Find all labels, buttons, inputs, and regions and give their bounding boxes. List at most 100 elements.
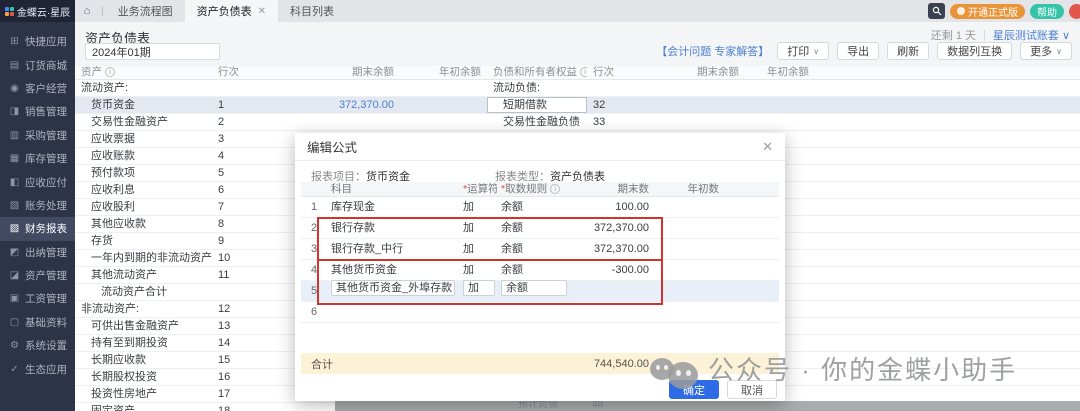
liability-item-label[interactable]: 短期借款 [487,97,587,113]
asset-item-label: 存货 [75,233,212,249]
subject-cell[interactable]: 其他货币资金_外埠存款 [327,280,459,303]
toolbar-button-数据列互换[interactable]: 数据列互换 [937,42,1012,60]
search-icon [932,6,942,16]
sidebar-item-订货商城[interactable]: ▤订货商城 [0,53,75,76]
search-button[interactable] [928,3,945,19]
total-value: 744,540.00 [569,358,653,370]
period-selector[interactable]: 2024年01期 [85,43,220,60]
sidebar-item-财务报表[interactable]: ▨财务报表 [0,217,75,240]
account-set-dropdown[interactable]: 星辰测试账套 ∨ [993,27,1070,43]
row-filler [815,233,1080,249]
sidebar-item-库存管理[interactable]: ▦库存管理 [0,147,75,170]
operator-cell[interactable]: 加 [459,280,497,303]
asset-row-number: 17 [212,386,285,402]
sidebar-item-客户经营[interactable]: ◉客户经营 [0,77,75,100]
sidebar-item-生态应用[interactable]: ✓生态应用 [0,357,75,380]
tab-资产负债表[interactable]: 资产负债表✕ [185,0,278,22]
tab-label: 科目列表 [290,3,334,19]
asset-initial-balance [400,80,487,96]
row-filler [815,250,1080,266]
sidebar-item-采购管理[interactable]: ▥采购管理 [0,124,75,147]
operator-input[interactable]: 加 [463,280,495,296]
sidebar-item-销售管理[interactable]: ◨销售管理 [0,100,75,123]
rule-cell[interactable]: 余额 [497,197,569,217]
help-button[interactable]: 帮助 [1030,4,1064,19]
subject-input[interactable]: 其他货币资金_外埠存款 [331,280,455,296]
sidebar-item-系统设置[interactable]: ⚙系统设置 [0,334,75,357]
ending-amount-cell: -300.00 [569,260,653,280]
tab-科目列表[interactable]: 科目列表 [278,0,346,22]
asset-item-label: 一年内到期的非流动资产 [75,250,212,266]
liability-ending-balance [660,80,745,96]
rule-input[interactable]: 余额 [501,280,567,296]
liability-initial-balance [745,97,815,113]
asset-item-label: 固定资产 [75,403,212,411]
col-rule: *取数规则i [497,182,569,196]
toolbar-button-更多[interactable]: 更多∨ [1020,42,1072,60]
asset-ending-balance [285,80,400,96]
asset-item-label: 应收股利 [75,199,212,215]
cancel-button[interactable]: 取消 [727,380,777,399]
column-header-label: 行次 [218,66,239,78]
asset-ending-balance [285,114,400,130]
liability-item-label: 流动负债: [487,80,587,96]
rule-cell[interactable]: 余额 [497,280,569,303]
rule-cell[interactable]: 余额 [497,260,569,280]
row-filler [815,165,1080,181]
home-icon[interactable]: ⌂ [75,5,99,17]
liability-row-number [587,80,660,96]
toolbar-button-导出[interactable]: 导出 [837,42,879,60]
sidebar-item-资产管理[interactable]: ◪资产管理 [0,264,75,287]
toolbar-button-label: 导出 [847,43,869,59]
column-header: 行次 [587,66,660,79]
asset-item-label: 应收账款 [75,148,212,164]
subject-cell[interactable]: 库存现金 [327,197,459,217]
expert-help-link[interactable]: 【会计问题 专家解答】 [656,43,769,59]
trial-badge-icon [957,7,965,15]
formula-row-number: 1 [301,197,327,217]
rule-cell[interactable]: 余额 [497,218,569,238]
cashier-icon: ◩ [9,247,20,258]
row-filler [815,97,1080,113]
row-filler [815,301,1080,317]
horizontal-scrollbar[interactable]: 预计负债 48 [335,401,1080,411]
confirm-button[interactable]: 确定 [669,380,719,399]
sidebar-item-label: 库存管理 [25,151,67,166]
table-row: 交易性金融资产2交易性金融负债33 [75,114,1080,131]
row-filler [815,148,1080,164]
asset-row-number: 7 [212,199,285,215]
sidebar-item-基础资料[interactable]: ▢基础资料 [0,311,75,334]
operator-cell[interactable]: 加 [459,197,497,217]
info-icon[interactable]: i [580,67,587,77]
info-icon[interactable]: i [105,67,115,77]
top-bar: 金蝶云·星辰 ⌂ | 业务流程图资产负债表✕科目列表 开通正式版 帮助 [0,0,1080,22]
asset-row-number: 9 [212,233,285,249]
user-avatar[interactable] [1069,4,1080,19]
trial-upgrade-button[interactable]: 开通正式版 [950,4,1025,19]
subject-cell[interactable]: 银行存款 [327,218,459,238]
subject-cell[interactable]: 其他货币资金 [327,260,459,280]
toolbar-button-打印[interactable]: 打印∨ [777,42,829,60]
total-label: 合计 [301,356,333,372]
tab-close-icon[interactable]: ✕ [258,6,266,17]
operator-cell[interactable]: 加 [459,218,497,238]
sidebar-item-工资管理[interactable]: ▣工资管理 [0,287,75,310]
row-filler [815,386,1080,402]
operator-cell[interactable]: 加 [459,260,497,280]
asset-item-label: 长期应收款 [75,352,212,368]
formula-row-number: 3 [301,239,327,259]
subject-cell[interactable]: 银行存款_中行 [327,239,459,259]
col-ending: 期末数 [569,182,653,196]
toolbar-button-刷新[interactable]: 刷新 [887,42,929,60]
info-icon[interactable]: i [550,184,560,194]
tab-strip: ⌂ | 业务流程图资产负债表✕科目列表 [75,0,928,22]
operator-cell[interactable]: 加 [459,239,497,259]
rule-cell[interactable]: 余额 [497,239,569,259]
close-icon[interactable]: ✕ [762,139,773,155]
sidebar-item-应收应付[interactable]: ◧应收应付 [0,170,75,193]
sidebar-item-账务处理[interactable]: ▧账务处理 [0,194,75,217]
sidebar-item-出纳管理[interactable]: ◩出纳管理 [0,241,75,264]
tab-业务流程图[interactable]: 业务流程图 [106,0,185,22]
asset-ending-balance[interactable]: 372,370.00 [285,97,400,113]
sidebar-item-快捷应用[interactable]: ⊞快捷应用 [0,30,75,53]
